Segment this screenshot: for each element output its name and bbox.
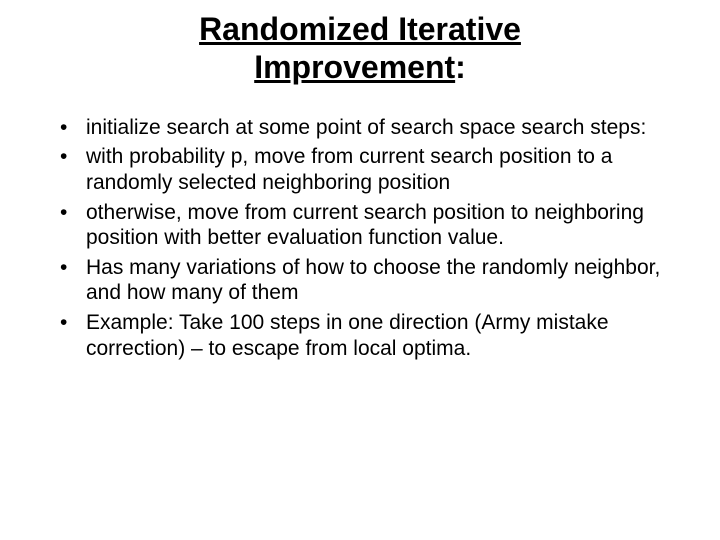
list-item: Has many variations of how to choose the… xyxy=(60,255,680,306)
title-line2-underlined: Improvement xyxy=(254,49,455,85)
list-item: with probability p, move from current se… xyxy=(60,144,680,195)
list-item: otherwise, move from current search posi… xyxy=(60,200,680,251)
list-item: Example: Take 100 steps in one direction… xyxy=(60,310,680,361)
title-colon: : xyxy=(455,49,466,85)
slide-title: Randomized Iterative Improvement: xyxy=(30,10,690,87)
title-line1: Randomized Iterative xyxy=(199,11,521,47)
list-item: initialize search at some point of searc… xyxy=(60,115,680,141)
bullet-list: initialize search at some point of searc… xyxy=(30,115,690,361)
slide: Randomized Iterative Improvement: initia… xyxy=(0,0,720,540)
